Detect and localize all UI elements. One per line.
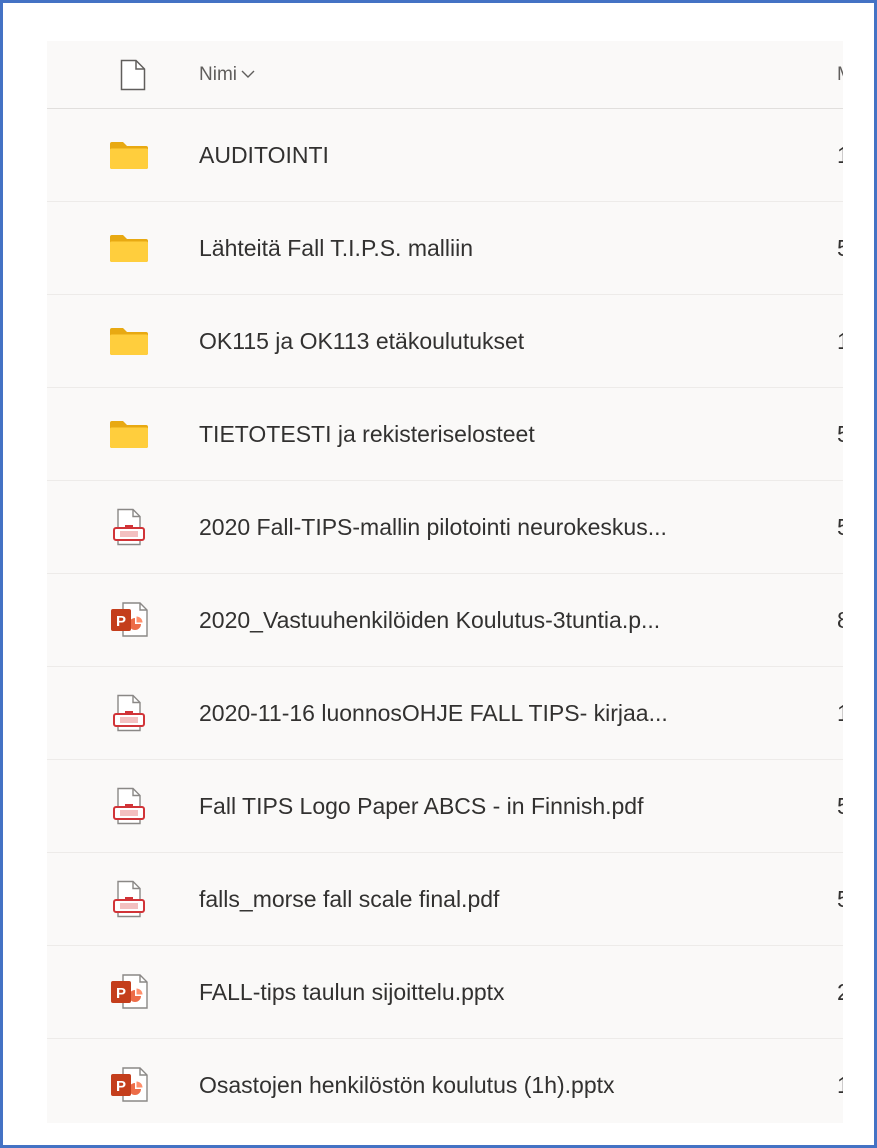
item-second-column: 8 xyxy=(837,606,843,634)
folder-icon xyxy=(110,328,148,355)
folder-icon xyxy=(110,142,148,169)
pdf-file-icon xyxy=(113,508,145,546)
item-name-link[interactable]: Fall TIPS Logo Paper ABCS - in Finnish.p… xyxy=(199,792,643,820)
list-item[interactable]: AUDITOINTI 1 xyxy=(47,109,843,202)
item-second-column: 1 xyxy=(837,699,843,727)
item-name-link[interactable]: FALL-tips taulun sijoittelu.pptx xyxy=(199,978,505,1006)
svg-text:P: P xyxy=(116,985,126,1002)
item-second-column: 5 xyxy=(837,513,843,541)
item-second-column: 5 xyxy=(837,420,843,448)
item-name-link[interactable]: 2020 Fall-TIPS-mallin pilotointi neuroke… xyxy=(199,513,667,541)
folder-icon xyxy=(110,235,148,262)
item-second-column: 5 xyxy=(837,792,843,820)
pdf-file-icon xyxy=(113,880,145,918)
item-second-column: 2 xyxy=(837,978,843,1006)
name-column-label: Nimi xyxy=(199,63,237,85)
list-header: Nimi M xyxy=(47,41,843,109)
item-second-column: 1 xyxy=(837,327,843,355)
list-item[interactable]: 2020 Fall-TIPS-mallin pilotointi neuroke… xyxy=(47,481,843,574)
powerpoint-file-icon: P xyxy=(111,1067,148,1102)
item-name-link[interactable]: OK115 ja OK113 etäkoulutukset xyxy=(199,327,524,355)
item-name-link[interactable]: Osastojen henkilöstön koulutus (1h).pptx xyxy=(199,1071,615,1099)
list-item[interactable]: falls_morse fall scale final.pdf 5 xyxy=(47,853,843,946)
file-type-column-header[interactable] xyxy=(111,53,155,97)
item-name-link[interactable]: 2020-11-16 luonnosOHJE FALL TIPS- kirjaa… xyxy=(199,699,668,727)
file-type-cell xyxy=(107,505,151,549)
item-second-column: 1 xyxy=(837,1071,843,1099)
folder-icon xyxy=(110,421,148,448)
item-second-column: 5 xyxy=(837,885,843,913)
file-type-cell xyxy=(107,226,151,270)
list-item[interactable]: P FALL-tips taulun sijoittelu.pptx 2 xyxy=(47,946,843,1039)
file-type-cell: P xyxy=(107,598,151,642)
list-item[interactable]: OK115 ja OK113 etäkoulutukset 1 xyxy=(47,295,843,388)
file-type-cell xyxy=(107,319,151,363)
list-item[interactable]: P Osastojen henkilöstön koulutus (1h).pp… xyxy=(47,1039,843,1123)
file-type-cell xyxy=(107,412,151,456)
name-column-header[interactable]: Nimi xyxy=(199,61,257,89)
item-name-link[interactable]: Lähteitä Fall T.I.P.S. malliin xyxy=(199,234,473,262)
file-type-cell xyxy=(107,691,151,735)
pdf-file-icon xyxy=(113,694,145,732)
item-second-column: 1 xyxy=(837,141,843,169)
powerpoint-file-icon: P xyxy=(111,974,148,1009)
item-name-link[interactable]: 2020_Vastuuhenkilöiden Koulutus-3tuntia.… xyxy=(199,606,660,634)
file-list: Nimi M AUDITOINTI 1 Lähteitä Fall T.I.P.S… xyxy=(47,41,843,1123)
file-type-cell xyxy=(107,133,151,177)
pdf-file-icon xyxy=(113,787,145,825)
list-item[interactable]: Fall TIPS Logo Paper ABCS - in Finnish.p… xyxy=(47,760,843,853)
svg-text:P: P xyxy=(116,613,126,630)
powerpoint-file-icon: P xyxy=(111,602,148,637)
item-name-link[interactable]: falls_morse fall scale final.pdf xyxy=(199,885,499,913)
file-icon xyxy=(120,59,146,90)
list-item[interactable]: P 2020_Vastuuhenkilöiden Koulutus-3tunti… xyxy=(47,574,843,667)
file-type-cell xyxy=(107,877,151,921)
list-item[interactable]: Lähteitä Fall T.I.P.S. malliin 5 xyxy=(47,202,843,295)
screenshot-frame: Nimi M AUDITOINTI 1 Lähteitä Fall T.I.P.S… xyxy=(0,0,877,1148)
svg-text:P: P xyxy=(116,1078,126,1095)
item-name-link[interactable]: TIETOTESTI ja rekisteriselosteet xyxy=(199,420,535,448)
list-item[interactable]: TIETOTESTI ja rekisteriselosteet 5 xyxy=(47,388,843,481)
file-type-cell: P xyxy=(107,970,151,1014)
chevron-down-icon xyxy=(241,70,255,79)
file-type-cell xyxy=(107,784,151,828)
item-name-link[interactable]: AUDITOINTI xyxy=(199,141,329,169)
second-column-header[interactable]: M xyxy=(837,61,843,89)
item-second-column: 5 xyxy=(837,234,843,262)
file-type-cell: P xyxy=(107,1063,151,1107)
list-item[interactable]: 2020-11-16 luonnosOHJE FALL TIPS- kirjaa… xyxy=(47,667,843,760)
